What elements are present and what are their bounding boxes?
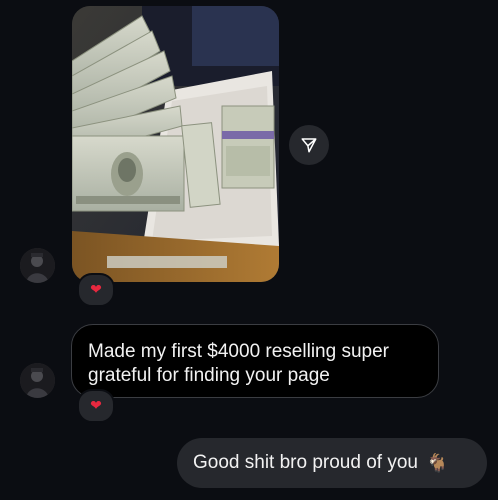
avatar[interactable] (20, 363, 55, 398)
incoming-message-bubble[interactable]: Made my first $4000 reselling super grat… (71, 324, 439, 398)
heart-icon: ❤ (90, 282, 102, 298)
avatar-image (20, 363, 55, 398)
shared-photo-message[interactable] (72, 6, 279, 282)
message-text: Good shit bro proud of you (193, 452, 418, 473)
avatar-image (20, 248, 55, 283)
reaction-badge[interactable]: ❤ (77, 273, 115, 307)
paper-plane-icon (301, 138, 317, 153)
heart-icon: ❤ (90, 398, 102, 414)
money-photo (72, 6, 279, 282)
avatar[interactable] (20, 248, 55, 283)
reaction-badge[interactable]: ❤ (77, 389, 115, 423)
goat-emoji-icon: 🐐 (425, 452, 449, 474)
message-text: Made my first $4000 reselling super grat… (88, 341, 389, 386)
share-button[interactable] (289, 125, 329, 165)
outgoing-message-bubble[interactable]: Good shit bro proud of you 🐐 (177, 438, 487, 488)
